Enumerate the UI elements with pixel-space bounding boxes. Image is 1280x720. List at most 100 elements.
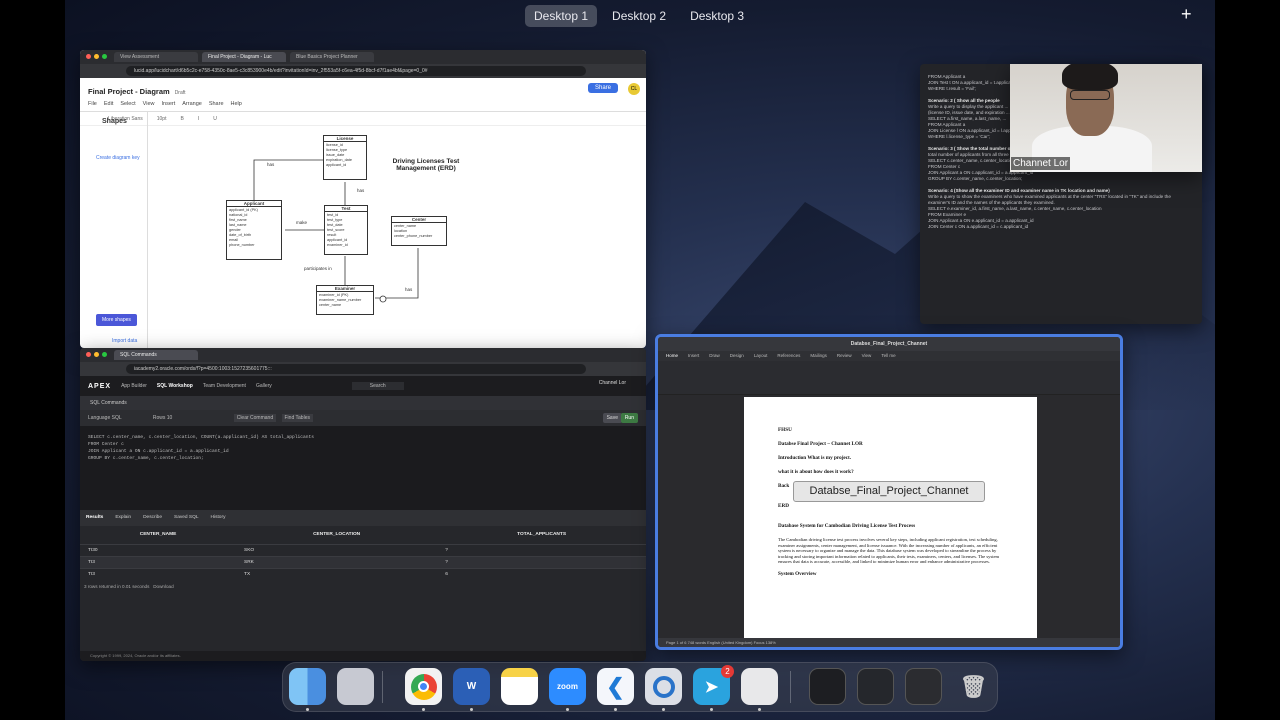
- download-link[interactable]: Download: [153, 584, 173, 589]
- ribbon-tab-layout[interactable]: Layout: [754, 353, 768, 359]
- search-input[interactable]: Search: [351, 382, 404, 390]
- word-icon[interactable]: W: [453, 668, 490, 705]
- relation-label[interactable]: has: [267, 162, 274, 167]
- space-desktop-3[interactable]: Desktop 3: [681, 5, 753, 27]
- page-title: SQL Commands: [80, 396, 646, 410]
- close-icon[interactable]: [86, 352, 91, 357]
- table-cell: TI3: [80, 567, 237, 580]
- entity-title: Test: [325, 206, 367, 212]
- relation-label[interactable]: participates in: [304, 266, 332, 271]
- minimized-window-3[interactable]: [905, 668, 942, 705]
- tab-results[interactable]: Results: [86, 515, 103, 521]
- vscode-icon[interactable]: ❮: [597, 668, 634, 705]
- space-desktop-1[interactable]: Desktop 1: [525, 5, 598, 27]
- find-tables-button[interactable]: Find Tables: [281, 414, 313, 422]
- webcam-overlay: Channet Lor: [1010, 64, 1202, 172]
- trash-icon[interactable]: 🗑: [955, 668, 992, 705]
- launchpad-icon[interactable]: [337, 668, 374, 705]
- ribbon-tab-design[interactable]: Design: [730, 353, 744, 359]
- sql-note-line: Write a query to show the examiners who …: [928, 194, 1171, 205]
- notes-icon[interactable]: [501, 668, 538, 705]
- minimized-window-1[interactable]: [809, 668, 846, 705]
- nav-sql-workshop[interactable]: SQL Workshop: [157, 383, 193, 389]
- ribbon-tell-me[interactable]: Tell me: [881, 353, 895, 359]
- sql-editor[interactable]: SELECT c.center_name, c.center_location,…: [80, 426, 646, 510]
- zoom-icon[interactable]: zoom: [549, 668, 586, 705]
- clear-command-button[interactable]: Clear Command: [233, 414, 277, 422]
- address-bar: iacademy2.oracle.com/ords/f?p=4500:1003:…: [80, 362, 646, 376]
- language-select[interactable]: Language SQL: [88, 415, 121, 421]
- person-glasses: [1070, 90, 1110, 100]
- chrome-icon[interactable]: [405, 668, 442, 705]
- lucidchart-window[interactable]: View Assessment Final Project - Diagram …: [80, 50, 646, 348]
- finder-icon[interactable]: [289, 668, 326, 705]
- entity-test[interactable]: Test test_id test_type test_date test_score…: [324, 205, 368, 255]
- dock: W zoom ❮ ➤ 2 🗑: [282, 662, 998, 712]
- browser-tab-active[interactable]: SQL Commands: [114, 350, 198, 360]
- entity-field: applicant_id: [326, 163, 347, 167]
- table-cell: SKO: [236, 543, 438, 556]
- running-indicator: [422, 708, 425, 711]
- entity-title: License: [324, 136, 366, 142]
- tab-history[interactable]: History: [211, 515, 226, 521]
- erd-title[interactable]: Driving Licenses Test Management (ERD): [386, 158, 466, 172]
- save-button[interactable]: Save: [602, 413, 622, 423]
- ribbon-tab-view[interactable]: View: [862, 353, 872, 359]
- doc-paragraph: The Cambodian driving license test proce…: [778, 537, 1000, 565]
- ribbon-tab-mailings[interactable]: Mailings: [810, 353, 827, 359]
- relation-label[interactable]: has: [405, 287, 412, 292]
- ribbon-toolbar[interactable]: [658, 361, 1120, 395]
- quicktime-icon[interactable]: [645, 668, 682, 705]
- column-header: CENTER_LOCATION: [313, 532, 361, 538]
- rows-select[interactable]: Rows 10: [153, 415, 172, 421]
- sql-toolbar: Language SQL Rows 10 Clear Command Find …: [80, 410, 646, 426]
- minimize-icon[interactable]: [94, 352, 99, 357]
- ribbon-tab-insert[interactable]: Insert: [688, 353, 699, 359]
- ribbon-tab-review[interactable]: Review: [837, 353, 852, 359]
- apex-logo[interactable]: APEX: [88, 383, 111, 390]
- ribbon-tabs: Home Insert Draw Design Layout Reference…: [658, 351, 1120, 361]
- entity-title: Examiner: [317, 286, 373, 292]
- user-menu[interactable]: Channel Lor: [599, 380, 626, 386]
- nav-team-development[interactable]: Team Development: [203, 383, 246, 389]
- run-button[interactable]: Run: [620, 413, 638, 423]
- table-cell: TI30: [80, 543, 237, 556]
- tab-explain[interactable]: Explain: [115, 515, 131, 521]
- space-desktop-2[interactable]: Desktop 2: [603, 5, 675, 27]
- doc-line: ERD: [778, 503, 789, 509]
- entity-title: Applicant: [227, 201, 281, 207]
- entity-applicant[interactable]: Applicant applicant_id (PK) national_id fi…: [226, 200, 282, 260]
- minimized-window-2[interactable]: [857, 668, 894, 705]
- ribbon-tab-home[interactable]: Home: [666, 353, 678, 359]
- entity-field: phone_number: [229, 243, 255, 247]
- entity-center[interactable]: Center center_name location center_phone_n…: [391, 216, 447, 246]
- apex-footer: Copyright © 1999, 2024, Oracle and/or it…: [80, 651, 646, 661]
- entity-field: examiner_id: [327, 243, 348, 247]
- ribbon-tab-draw[interactable]: Draw: [709, 353, 720, 359]
- relation-label[interactable]: make: [296, 220, 307, 225]
- url-input[interactable]: iacademy2.oracle.com/ords/f?p=4500:1003:…: [126, 364, 586, 374]
- preview-icon[interactable]: [741, 668, 778, 705]
- running-indicator: [662, 708, 665, 711]
- entity-field: center_name: [319, 303, 342, 307]
- sql-note-line: JOIN Center c ON a.applicant_id = c.appl…: [928, 224, 1029, 229]
- table-row: TI3 SRK?: [80, 555, 646, 568]
- nav-app-builder[interactable]: App Builder: [121, 383, 147, 389]
- code-line: JOIN Applicant a ON c.applicant_id = a.a…: [88, 449, 229, 454]
- oracle-apex-window[interactable]: SQL Commands iacademy2.oracle.com/ords/f…: [80, 348, 646, 661]
- entity-license[interactable]: License license_id license_type issue_date…: [323, 135, 367, 180]
- running-indicator: [566, 708, 569, 711]
- nav-gallery[interactable]: Gallery: [256, 383, 272, 389]
- notification-badge: 2: [721, 665, 734, 678]
- entity-title: Center: [392, 217, 446, 223]
- code-line: FROM Center c: [88, 442, 124, 447]
- tab-saved-sql[interactable]: Saved SQL: [174, 515, 199, 521]
- tab-describe[interactable]: Describe: [143, 515, 162, 521]
- relation-label[interactable]: has: [357, 188, 364, 193]
- maximize-icon[interactable]: [102, 352, 107, 357]
- sql-note-line: GROUP BY c.center_name, c.center_locatio…: [928, 176, 1023, 181]
- add-space-button[interactable]: +: [1181, 4, 1192, 25]
- dock-separator: [382, 671, 383, 703]
- entity-examiner[interactable]: Examiner examiner_id (PK) examiner_name_n…: [316, 285, 374, 315]
- ribbon-tab-references[interactable]: References: [777, 353, 800, 359]
